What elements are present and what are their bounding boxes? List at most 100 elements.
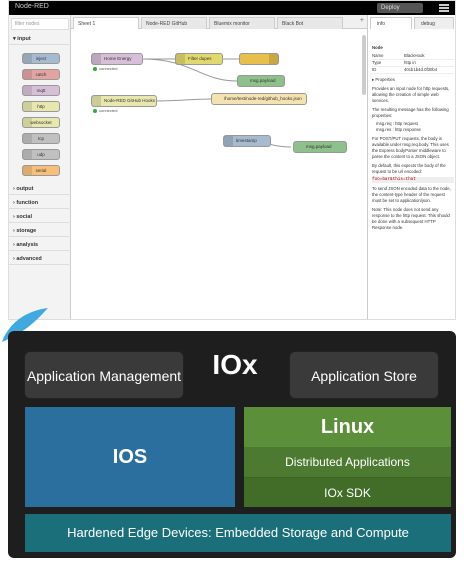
palette-category-advanced[interactable]: › advanced (9, 253, 71, 265)
status-connected-icon (93, 109, 97, 113)
mqtt-icon (92, 54, 101, 64)
deploy-button[interactable]: Deploy (377, 3, 423, 13)
node-icon (23, 102, 32, 111)
tab-info[interactable]: info (370, 17, 412, 29)
node-palette: filter nodes ▾ input inject catch mqtt h… (9, 15, 71, 319)
flow-node-debug-payload-2[interactable]: msg.payload (293, 141, 347, 153)
node-label: udp (37, 152, 45, 157)
node-label: timestamp (236, 138, 257, 143)
node-red-screenshot: Node-RED Deploy filter nodes ▾ input inj… (8, 0, 456, 320)
flow-node-timestamp[interactable]: timestamp (223, 135, 271, 147)
palette-node-websocket[interactable]: websocket (22, 117, 60, 128)
application-store-box: Application Store (289, 351, 439, 399)
properties-toggle[interactable]: ▸ Properties (372, 77, 454, 83)
node-label: http (37, 104, 45, 109)
palette-category-social[interactable]: › social (9, 211, 71, 223)
canvas-scrollbar[interactable] (362, 35, 366, 95)
node-label: mqtt (36, 88, 46, 93)
category-label: storage (16, 228, 37, 234)
flow-node-debug-payload-1[interactable]: msg.payload (237, 75, 285, 87)
node-icon (23, 134, 32, 143)
workspace-tabs: Sheet 1 Node-RED GitHub Bluemix monitor … (71, 15, 367, 29)
linux-box: Linux Distributed Applications IOx SDK (244, 407, 451, 507)
inject-icon (224, 136, 233, 146)
palette-node-serial[interactable]: serial (22, 165, 60, 176)
flow-node-file-out[interactable]: /home/test/node-red/github_hooks.json (211, 93, 307, 105)
node-label: /home/test/node-red/github_hooks.json (224, 96, 302, 101)
hamburger-menu-icon[interactable] (439, 4, 449, 12)
application-management-box: Application Management (24, 351, 184, 399)
flow-canvas[interactable]: Home Energy connected Filter dupes msg.p… (71, 29, 367, 319)
info-panel: Node Name BlackHook Type http in ID 40cb1b4… (368, 43, 455, 319)
info-text: By default, this expects the body of the… (372, 163, 446, 174)
flow-node-switch[interactable] (239, 53, 279, 65)
key: Type (372, 60, 382, 65)
palette-node-inject[interactable]: inject (22, 53, 60, 64)
node-icon (23, 150, 32, 159)
node-label: Node-RED GitHub Hooks (104, 98, 156, 103)
node-icon (23, 54, 32, 63)
iox-diagram: Application Management IOx Application S… (8, 331, 456, 558)
ios-box: IOS (25, 407, 235, 507)
flow-node-github-hooks[interactable]: Node-RED GitHub Hooks (91, 95, 157, 107)
palette-node-http[interactable]: http (22, 101, 60, 112)
category-label: advanced (16, 256, 42, 262)
palette-node-mqtt[interactable]: mqtt (22, 85, 60, 96)
value: http in (404, 60, 416, 65)
flow-node-filter-dupes[interactable]: Filter dupes (175, 53, 223, 65)
section-node: Node (372, 45, 383, 50)
tab-node-red-github[interactable]: Node-RED GitHub (141, 17, 207, 29)
info-text: The resulting message has the following … (372, 107, 449, 118)
node-icon (23, 166, 32, 175)
distributed-applications-box: Distributed Applications (244, 447, 451, 477)
tab-black-bot[interactable]: Black Bot (277, 17, 343, 29)
code-sample: foo=bar&this=that (372, 177, 454, 183)
palette-node-udp[interactable]: udp (22, 149, 60, 160)
node-label: Filter dupes (188, 56, 212, 61)
iox-sdk-box: IOx SDK (244, 477, 451, 507)
info-text: Provides an input node for http requests… (372, 86, 450, 103)
node-label: Home Energy (104, 56, 132, 61)
palette-filter-input[interactable]: filter nodes (11, 18, 69, 30)
info-text: To send JSON encoded data to the node, t… (372, 186, 451, 203)
iox-title: IOx (212, 349, 258, 380)
key: ID (372, 67, 377, 72)
palette-category-analysis[interactable]: › analysis (9, 239, 71, 251)
palette-category-storage[interactable]: › storage (9, 225, 71, 237)
switch-icon (269, 54, 278, 64)
node-label: msg.payload (250, 78, 276, 83)
node-label: msg.payload (306, 144, 332, 149)
status-connected-icon (93, 67, 97, 71)
function-icon (176, 54, 185, 64)
node-icon (23, 86, 32, 95)
tab-bluemix-monitor[interactable]: Bluemix monitor (209, 17, 275, 29)
node-label: inject (35, 56, 47, 61)
category-label: input (17, 36, 31, 42)
linux-title: Linux (320, 416, 375, 438)
palette-node-catch[interactable]: catch (22, 69, 60, 80)
add-tab-icon[interactable]: + (360, 17, 364, 24)
node-icon (23, 118, 32, 127)
page-root: Node-RED Deploy filter nodes ▾ input inj… (0, 0, 464, 562)
info-text: For POST/PUT requests, the body is avail… (372, 136, 449, 159)
node-label: tcp (37, 136, 44, 141)
category-label: social (16, 214, 32, 220)
key: Name (372, 53, 384, 58)
category-label: output (16, 186, 34, 192)
tab-sheet-1[interactable]: Sheet 1 (73, 17, 139, 29)
category-label: analysis (16, 242, 39, 248)
wires (142, 58, 292, 148)
status-text: connected (99, 66, 118, 71)
palette-category-input[interactable]: ▾ input (9, 33, 71, 45)
row-id: ID 40cb1b4d.0f30b4 (372, 67, 454, 74)
palette-category-output[interactable]: › output (9, 183, 71, 195)
top-bar: Node-RED Deploy (9, 1, 455, 15)
palette-category-function[interactable]: › function (9, 197, 71, 209)
info-text: Note: This node does not send any respon… (372, 207, 450, 230)
row-name: Name BlackHook (372, 53, 454, 60)
flow-node-home-energy[interactable]: Home Energy (91, 53, 143, 65)
palette-node-tcp[interactable]: tcp (22, 133, 60, 144)
value: BlackHook (404, 53, 425, 58)
tab-debug[interactable]: debug (414, 17, 454, 29)
row-type: Type http in (372, 60, 454, 67)
